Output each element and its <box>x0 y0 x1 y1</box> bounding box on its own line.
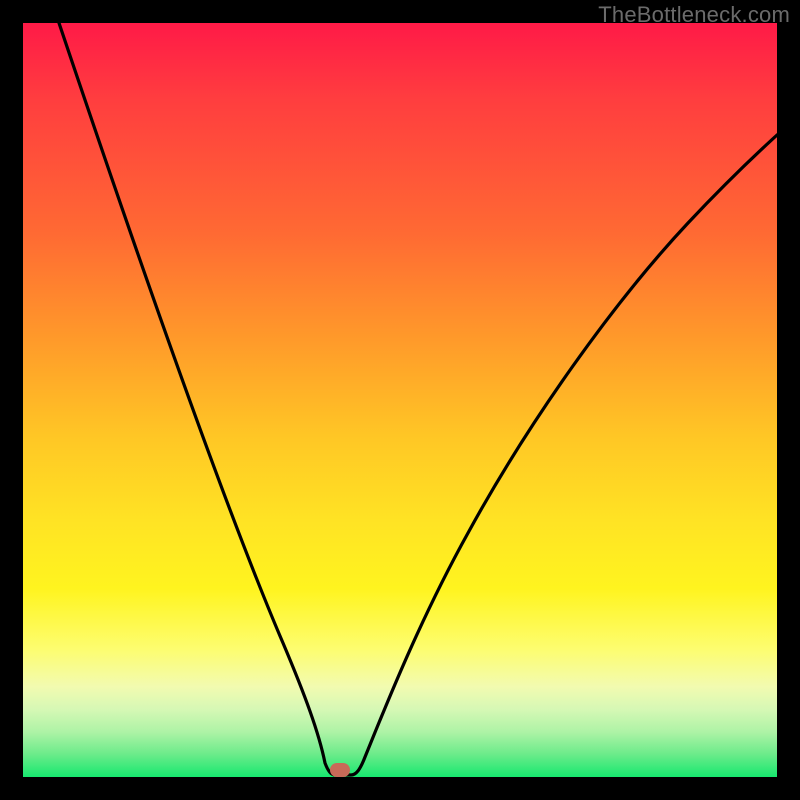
optimal-marker <box>330 763 350 777</box>
bottleneck-curve <box>23 23 777 777</box>
plot-area <box>23 23 777 777</box>
chart-frame: TheBottleneck.com <box>0 0 800 800</box>
watermark-text: TheBottleneck.com <box>598 2 790 28</box>
curve-path <box>59 23 777 775</box>
